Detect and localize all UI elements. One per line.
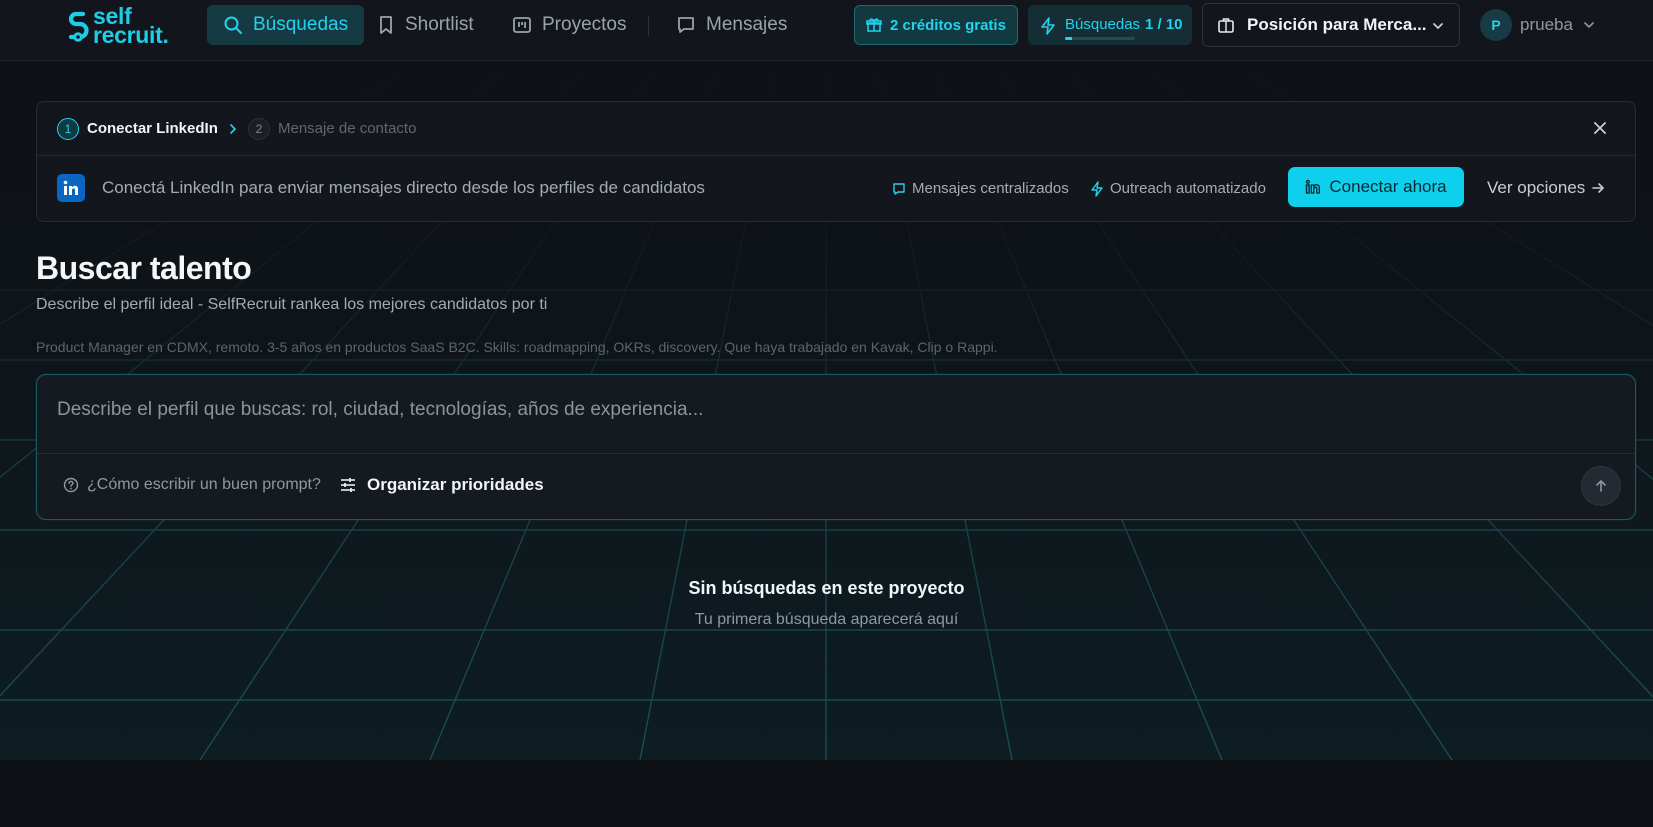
free-credits-label: 2 créditos gratis (890, 16, 1006, 34)
free-credits-button[interactable]: 2 créditos gratis (854, 5, 1018, 45)
footer-band (0, 760, 1653, 827)
bookmark-icon (380, 16, 392, 34)
feature-1-label: Mensajes centralizados (912, 180, 1069, 197)
prompt-divider (37, 453, 1635, 454)
searches-usage-bar (1065, 37, 1135, 40)
feature-centralized-messages: Mensajes centralizados (892, 180, 1069, 197)
search-prompt-box: ¿Cómo escribir un buen prompt? Organizar… (36, 374, 1636, 520)
logo-text: self recruit. (93, 5, 169, 48)
nav-busquedas[interactable]: Búsquedas (207, 5, 365, 45)
prompt-help-link[interactable]: ¿Cómo escribir un buen prompt? (63, 476, 321, 494)
searches-usage-label: Búsquedas (1065, 16, 1141, 33)
page-subtitle: Describe el perfil ideal - SelfRecruit r… (36, 296, 548, 313)
close-icon[interactable] (1592, 120, 1608, 136)
nav-shortlist-label: Shortlist (405, 14, 474, 35)
step-1-number: 1 (57, 118, 79, 140)
submit-search-button[interactable] (1581, 466, 1621, 506)
step-2-label[interactable]: Mensaje de contacto (278, 120, 416, 137)
step-2-number: 2 (248, 118, 270, 140)
linkedin-onboarding-banner: 1 Conectar LinkedIn 2 Mensaje de contact… (36, 101, 1636, 222)
example-prompt-hint: Product Manager en CDMX, remoto. 3-5 año… (36, 339, 998, 355)
briefcase-icon (1218, 18, 1234, 33)
organize-priorities-button[interactable]: Organizar prioridades (339, 475, 544, 495)
kanban-icon (513, 17, 531, 33)
logo-line-2: recruit. (93, 22, 169, 48)
linkedin-icon (1306, 179, 1321, 194)
step-1-label[interactable]: Conectar LinkedIn (87, 120, 218, 137)
logo[interactable]: self recruit. (67, 5, 169, 48)
page-title: Buscar talento (36, 250, 252, 286)
banner-steps: 1 Conectar LinkedIn 2 Mensaje de contact… (37, 102, 1635, 156)
connect-linkedin-button[interactable]: Conectar ahora (1288, 167, 1464, 207)
feature-2-label: Outreach automatizado (1110, 180, 1266, 197)
nav-busquedas-label: Búsquedas (253, 14, 349, 35)
arrow-up-icon (1596, 480, 1606, 492)
project-name: Posición para Merca... (1247, 15, 1427, 34)
chevron-right-icon (230, 124, 237, 134)
organize-priorities-label: Organizar prioridades (367, 475, 544, 494)
feature-automated-outreach: Outreach automatizado (1090, 180, 1266, 197)
message-icon (678, 17, 694, 33)
nav-shortlist[interactable]: Shortlist (361, 5, 490, 45)
searches-usage-fill (1065, 37, 1072, 40)
logo-mark-icon (68, 11, 89, 42)
empty-state-title: Sin búsquedas en este proyecto (688, 578, 965, 598)
nav-mensajes[interactable]: Mensajes (660, 5, 803, 45)
user-menu-chevron-icon[interactable] (1583, 19, 1595, 31)
search-prompt-input[interactable] (57, 395, 1577, 425)
nav-separator (648, 16, 649, 36)
searches-usage: Búsquedas 1 / 10 (1028, 5, 1192, 45)
nav-proyectos-label: Proyectos (542, 14, 627, 35)
search-icon (224, 16, 242, 34)
user-name[interactable]: prueba (1520, 15, 1573, 35)
top-bar: self recruit. Búsquedas Shortlist Proyec… (0, 0, 1653, 61)
project-selector[interactable]: Posición para Merca... (1202, 3, 1460, 47)
help-circle-icon (63, 477, 79, 493)
connect-linkedin-label: Conectar ahora (1329, 177, 1447, 196)
linkedin-icon (57, 174, 85, 202)
searches-usage-count: 1 / 10 (1145, 16, 1183, 33)
arrow-right-icon (1592, 183, 1605, 193)
bolt-icon (1091, 180, 1103, 197)
banner-content: Conectá LinkedIn para enviar mensajes di… (37, 156, 1635, 222)
prompt-help-label: ¿Cómo escribir un buen prompt? (87, 476, 321, 493)
view-options-label: Ver opciones (1487, 178, 1586, 197)
view-options-link[interactable]: Ver opciones (1487, 178, 1605, 198)
empty-state-subtitle: Tu primera búsqueda aparecerá aquí (694, 611, 959, 628)
gift-icon (866, 18, 882, 32)
message-icon (893, 182, 905, 195)
sliders-icon (341, 478, 355, 492)
banner-text: Conectá LinkedIn para enviar mensajes di… (102, 178, 705, 197)
avatar[interactable]: P (1480, 9, 1512, 41)
nav-proyectos[interactable]: Proyectos (496, 5, 642, 45)
chevron-down-icon (1433, 23, 1443, 30)
bolt-icon (1041, 17, 1055, 35)
nav-mensajes-label: Mensajes (706, 14, 788, 35)
